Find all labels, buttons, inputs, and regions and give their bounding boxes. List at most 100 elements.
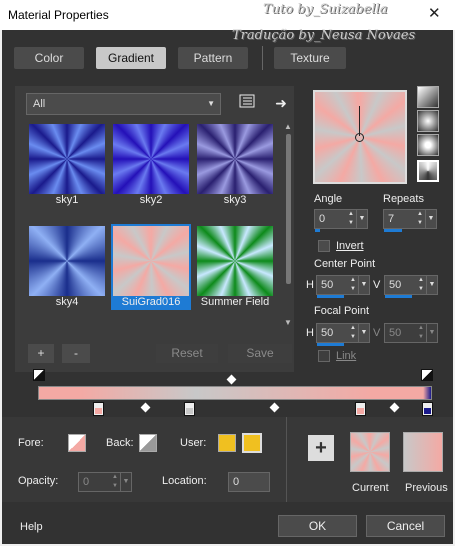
- angle-stepper[interactable]: 0 ▲ ▼ ▼: [314, 209, 368, 232]
- opacity-stepper[interactable]: 0 ▲ ▼ ▼: [78, 472, 132, 492]
- gradient-item-summer-field[interactable]: Summer Field: [195, 224, 275, 310]
- gradient-label: sky4: [55, 296, 79, 308]
- focal-v-stepper[interactable]: 50 ▲ ▼ ▼: [384, 323, 438, 343]
- user-color-picker[interactable]: [242, 433, 262, 453]
- chevron-down-icon[interactable]: ▼: [426, 276, 437, 294]
- scroll-up-icon[interactable]: ▲: [284, 122, 292, 131]
- rectangular-style-icon[interactable]: [417, 110, 439, 132]
- gradient-label: sky3: [223, 194, 247, 206]
- invert-checkbox[interactable]: [318, 240, 330, 252]
- angle-value: 0: [319, 213, 326, 225]
- center-h-stepper[interactable]: 50 ▲ ▼ ▼: [316, 275, 370, 298]
- center-h-value: 50: [321, 279, 334, 291]
- link-label: Link: [336, 350, 357, 362]
- stepper-arrows-icon[interactable]: ▲ ▼: [348, 324, 358, 342]
- tab-color[interactable]: Color: [14, 47, 84, 69]
- chevron-down-icon[interactable]: ▼: [356, 210, 367, 228]
- link-checkbox[interactable]: [318, 350, 330, 362]
- fore-swatch[interactable]: [68, 434, 86, 452]
- gradient-scrollbar[interactable]: ▲ ▼: [284, 122, 293, 327]
- sunburst-style-icon[interactable]: [417, 160, 439, 182]
- add-gradient-button[interactable]: +: [28, 344, 54, 363]
- color-stop-2[interactable]: [184, 402, 195, 416]
- previous-gradient-swatch[interactable]: [403, 432, 443, 472]
- tab-gradient[interactable]: Gradient: [96, 47, 166, 69]
- gradient-item-sky1[interactable]: sky1: [27, 122, 107, 208]
- back-swatch[interactable]: [139, 434, 157, 452]
- stepper-arrows-icon[interactable]: ▲ ▼: [416, 276, 426, 294]
- stepper-arrows-icon[interactable]: ▲ ▼: [348, 276, 358, 294]
- color-stop-4[interactable]: [422, 402, 433, 416]
- repeats-label: Repeats: [383, 193, 424, 205]
- arrow-right-icon[interactable]: ➜: [270, 92, 292, 114]
- gradient-grid: sky1 sky2 sky3 sky4 SuiGrad016 Summer Fi…: [27, 122, 282, 327]
- radial-style-icon[interactable]: [417, 134, 439, 156]
- remove-gradient-button[interactable]: -: [62, 344, 90, 363]
- close-icon[interactable]: ✕: [428, 4, 441, 22]
- focal-h-stepper[interactable]: 50 ▲ ▼ ▼: [316, 323, 370, 346]
- focal-v-label: V: [373, 327, 381, 339]
- gradient-preview[interactable]: [313, 90, 407, 184]
- tab-texture[interactable]: Texture: [274, 47, 346, 69]
- watermark-line-2: Tradução by_Neusa Novaes: [232, 28, 416, 43]
- current-gradient-swatch[interactable]: [350, 432, 390, 472]
- angle-handle-icon[interactable]: [359, 106, 360, 136]
- stepper-arrows-icon[interactable]: ▲ ▼: [416, 324, 426, 342]
- gradient-label: Summer Field: [200, 296, 270, 308]
- ok-button[interactable]: OK: [278, 515, 357, 537]
- gradient-thumbnail: [113, 124, 189, 194]
- gradient-thumbnail: [29, 226, 105, 296]
- gradient-bar[interactable]: [38, 386, 432, 400]
- chevron-down-icon[interactable]: ▼: [120, 473, 131, 491]
- chevron-down-icon[interactable]: ▼: [358, 276, 369, 294]
- gradient-thumbnail: [197, 124, 273, 194]
- chevron-down-icon[interactable]: ▼: [358, 324, 369, 342]
- location-field[interactable]: 0: [228, 472, 270, 492]
- tab-pattern[interactable]: Pattern: [178, 47, 248, 69]
- reset-button[interactable]: Reset: [156, 344, 218, 363]
- fore-label: Fore:: [18, 437, 44, 449]
- previous-label: Previous: [405, 482, 448, 494]
- opacity-end-marker[interactable]: [421, 369, 433, 381]
- stepper-arrows-icon[interactable]: ▲ ▼: [110, 473, 120, 491]
- gradient-thumbnail: [113, 226, 189, 296]
- focal-v-value: 50: [389, 327, 402, 339]
- stepper-arrows-icon[interactable]: ▲ ▼: [346, 210, 356, 228]
- user-swatch[interactable]: [218, 434, 236, 452]
- cancel-button[interactable]: Cancel: [366, 515, 445, 537]
- scrollbar-thumb[interactable]: [286, 134, 291, 284]
- filter-dropdown[interactable]: All ▼: [26, 93, 221, 115]
- stepper-arrows-icon[interactable]: ▲ ▼: [415, 210, 425, 228]
- repeats-stepper[interactable]: 7 ▲ ▼ ▼: [383, 209, 437, 232]
- list-view-icon[interactable]: [236, 92, 258, 114]
- gradient-item-sky4[interactable]: sky4: [27, 224, 107, 310]
- opacity-start-marker[interactable]: [33, 369, 45, 381]
- chevron-down-icon[interactable]: ▼: [425, 210, 436, 228]
- gradient-item-sky2[interactable]: sky2: [111, 122, 191, 208]
- chevron-down-icon[interactable]: ▼: [426, 324, 437, 342]
- filter-value: All: [33, 98, 46, 110]
- opacity-value: 0: [83, 476, 90, 488]
- add-gradient-icon[interactable]: +: [308, 435, 334, 461]
- repeats-value: 7: [388, 213, 395, 225]
- color-midpoint-marker[interactable]: [389, 402, 400, 413]
- gradient-item-sky3[interactable]: sky3: [195, 122, 275, 208]
- focal-h-value: 50: [321, 327, 334, 339]
- center-h-level: [317, 295, 344, 298]
- save-button[interactable]: Save: [228, 344, 292, 363]
- color-stop-1[interactable]: [93, 402, 104, 416]
- watermark-line-1: Tuto by_Suizabella: [263, 2, 388, 17]
- help-link[interactable]: Help: [20, 521, 43, 533]
- opacity-midpoint-marker[interactable]: [226, 374, 237, 385]
- panel-divider: [286, 417, 287, 502]
- repeats-level: [384, 229, 402, 232]
- scroll-down-icon[interactable]: ▼: [284, 318, 292, 327]
- center-handle-icon[interactable]: [355, 133, 364, 142]
- user-label: User:: [180, 437, 207, 449]
- gradient-item-suigrad016[interactable]: SuiGrad016: [111, 224, 191, 310]
- center-v-stepper[interactable]: 50 ▲ ▼ ▼: [384, 275, 438, 298]
- linear-style-icon[interactable]: [417, 86, 439, 108]
- color-midpoint-marker[interactable]: [140, 402, 151, 413]
- color-midpoint-marker[interactable]: [269, 402, 280, 413]
- color-stop-3[interactable]: [355, 402, 366, 416]
